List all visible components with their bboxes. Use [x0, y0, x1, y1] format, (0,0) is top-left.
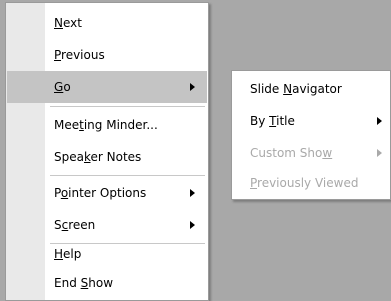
menu-item-next[interactable]: Next	[7, 7, 207, 39]
menu-separator	[50, 106, 205, 107]
submenu-arrow-icon	[190, 189, 195, 197]
menu-separator	[50, 175, 205, 176]
menu-item-slide-navigator[interactable]: Slide Navigator	[233, 73, 389, 105]
submenu-arrow-icon	[190, 221, 195, 229]
menu-item-pointer-options[interactable]: Pointer Options	[7, 177, 207, 209]
menu-item-end-show[interactable]: End Show	[7, 267, 207, 299]
submenu-arrow-icon	[190, 83, 195, 91]
submenu-arrow-icon	[377, 117, 382, 125]
menu-item-meeting-minder[interactable]: Meeting Minder...	[7, 109, 207, 141]
menu-item-by-title[interactable]: By Title	[233, 105, 389, 137]
go-submenu: Slide Navigator By Title Custom Show Pre…	[231, 70, 391, 200]
menu-item-speaker-notes[interactable]: Speaker Notes	[7, 141, 207, 173]
menu-item-help[interactable]: Help	[7, 238, 207, 270]
menu-item-previous[interactable]: Previous	[7, 39, 207, 71]
menu-item-screen[interactable]: Screen	[7, 209, 207, 241]
menu-item-custom-show: Custom Show	[233, 137, 389, 169]
slide-show-context-menu: Next Previous Go Meeting Minder... Speak…	[5, 2, 209, 301]
menu-item-go[interactable]: Go	[7, 71, 207, 103]
menu-item-previously-viewed: Previously Viewed	[250, 176, 359, 190]
submenu-arrow-icon	[377, 149, 382, 157]
